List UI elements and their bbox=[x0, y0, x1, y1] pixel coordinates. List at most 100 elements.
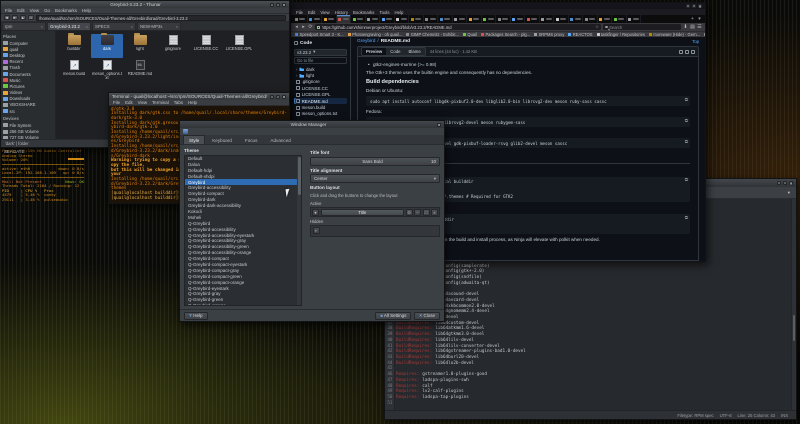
menu-item[interactable]: Help bbox=[395, 10, 404, 15]
menu-item[interactable]: Help bbox=[82, 8, 91, 13]
hamburger-menu-icon[interactable]: ☰ bbox=[697, 24, 702, 30]
minimize-icon[interactable] bbox=[777, 181, 781, 185]
menu-item[interactable]: History bbox=[335, 10, 348, 15]
menu-item[interactable]: Tools bbox=[379, 10, 389, 15]
file-item[interactable]: meson_options.txt bbox=[91, 59, 123, 83]
menu-item[interactable]: Help bbox=[188, 100, 197, 105]
top-link[interactable]: Top bbox=[692, 39, 699, 44]
settings-tab[interactable]: Advanced bbox=[264, 135, 296, 144]
browser-tab[interactable] bbox=[482, 15, 497, 23]
search-input[interactable]: Search bbox=[603, 24, 681, 30]
desktop-icon-seagate[interactable]: SEAGATE bbox=[4, 149, 24, 154]
help-button[interactable]: ?Help bbox=[184, 312, 208, 320]
browser-tab[interactable] bbox=[627, 15, 642, 23]
downloads-icon[interactable]: ⬇ bbox=[683, 24, 688, 30]
browser-tab[interactable] bbox=[554, 15, 569, 23]
dialog-titlebar[interactable]: Window Manager bbox=[180, 121, 444, 128]
forward-icon[interactable] bbox=[12, 15, 18, 20]
url-text[interactable]: https://github.com/shimmerproject/Greybi… bbox=[322, 25, 594, 30]
menu-item[interactable]: Edit bbox=[125, 100, 133, 105]
browser-tab[interactable] bbox=[453, 15, 468, 23]
browser-tab[interactable] bbox=[438, 15, 453, 23]
browser-tab[interactable] bbox=[612, 15, 627, 23]
minimize-icon[interactable] bbox=[686, 4, 690, 8]
file-tree-item[interactable]: LICENSE.CC bbox=[294, 85, 347, 91]
browser-tab[interactable] bbox=[569, 15, 584, 23]
font-button[interactable]: Sans Bold 10 bbox=[310, 157, 440, 166]
browser-tab[interactable] bbox=[467, 15, 482, 23]
maximize-icon[interactable] bbox=[276, 95, 280, 99]
menu-item[interactable]: Terminal bbox=[152, 100, 169, 105]
copy-icon[interactable] bbox=[685, 50, 689, 54]
menu-item[interactable]: Go bbox=[44, 8, 50, 13]
file-tree-item[interactable]: meson_options.txt bbox=[294, 111, 347, 117]
menu-item[interactable]: File bbox=[5, 8, 12, 13]
up-icon[interactable] bbox=[20, 15, 26, 20]
maximize-icon[interactable] bbox=[276, 3, 280, 7]
settings-tab[interactable]: Focus bbox=[239, 135, 264, 144]
edit-icon[interactable] bbox=[691, 50, 695, 54]
menu-item[interactable]: Edit bbox=[17, 8, 25, 13]
browser-tab[interactable] bbox=[366, 15, 381, 23]
close-icon[interactable] bbox=[698, 4, 702, 8]
folder-tab[interactable]: SPECS bbox=[92, 22, 136, 30]
url-bar[interactable]: https://github.com/shimmerproject/Greybi… bbox=[315, 24, 601, 30]
browser-tab[interactable] bbox=[598, 15, 613, 23]
path-bar[interactable]: /home/quail/src/rpm/SOURCES/Quail-Themes… bbox=[36, 15, 286, 21]
title-drag-button[interactable]: Title bbox=[321, 209, 405, 216]
library-icon[interactable]: ▤ bbox=[690, 24, 695, 30]
new-tab-icon[interactable]: + bbox=[689, 15, 696, 23]
minimize-button-icon[interactable]: − bbox=[414, 209, 421, 216]
close-icon[interactable] bbox=[282, 3, 286, 7]
file-item[interactable]: builddir bbox=[58, 34, 90, 58]
close-icon[interactable] bbox=[789, 181, 793, 185]
menu-item[interactable]: View bbox=[138, 100, 147, 105]
file-item[interactable]: gitignore bbox=[157, 34, 189, 58]
menu-item[interactable]: File bbox=[113, 100, 120, 105]
file-item[interactable]: dark bbox=[91, 34, 123, 58]
file-item[interactable]: LICENSE.CC bbox=[190, 34, 222, 58]
browser-tab[interactable] bbox=[337, 15, 352, 23]
bookmark-star-icon[interactable]: ☆ bbox=[595, 24, 599, 30]
browser-tab[interactable] bbox=[351, 15, 366, 23]
close-button-icon[interactable]: × bbox=[431, 209, 438, 216]
browser-tab[interactable] bbox=[308, 15, 323, 23]
menu-item[interactable]: Tabs bbox=[174, 100, 183, 105]
home-icon[interactable] bbox=[28, 15, 34, 20]
raw-icon[interactable] bbox=[679, 50, 683, 54]
view-tab[interactable]: Blame bbox=[405, 48, 425, 55]
file-tree-item[interactable]: light bbox=[294, 72, 347, 78]
browser-tab[interactable] bbox=[395, 15, 410, 23]
file-tree-item[interactable]: meson.build bbox=[294, 104, 347, 110]
maximize-icon[interactable] bbox=[783, 181, 787, 185]
browser-tab[interactable] bbox=[380, 15, 395, 23]
browser-tab[interactable] bbox=[583, 15, 598, 23]
back-icon[interactable] bbox=[4, 15, 10, 20]
menu-item[interactable]: Edit bbox=[308, 10, 315, 15]
reload-icon[interactable]: ⟳ bbox=[308, 24, 313, 30]
sidebar-place-item[interactable]: src bbox=[3, 108, 53, 114]
browser-tab[interactable] bbox=[293, 15, 308, 23]
file-tree-item[interactable]: LICENSE.GPL bbox=[294, 92, 347, 98]
file-item[interactable]: meson.build bbox=[58, 59, 90, 83]
close-button[interactable]: ×Close bbox=[414, 312, 440, 320]
shade-button-icon[interactable]: ▪ bbox=[313, 227, 320, 234]
view-tab[interactable]: Code bbox=[386, 48, 404, 55]
terminal-titlebar[interactable]: Terminal - quail@localhost:~/src/rpm/SOU… bbox=[109, 93, 289, 100]
list-scrollbar[interactable] bbox=[297, 156, 301, 306]
menu-button-icon[interactable]: ▾ bbox=[312, 209, 319, 216]
settings-tab[interactable]: Keyboard bbox=[206, 135, 238, 144]
menu-item[interactable]: View bbox=[320, 10, 329, 15]
close-icon[interactable] bbox=[282, 95, 286, 99]
browser-tab[interactable] bbox=[409, 15, 424, 23]
menu-item[interactable]: File bbox=[296, 10, 303, 15]
folder-tab[interactable]: NEW-MP3s bbox=[137, 22, 181, 30]
browser-tab[interactable] bbox=[525, 15, 540, 23]
menu-item[interactable]: Bookmarks bbox=[353, 10, 375, 15]
browser-tab[interactable] bbox=[496, 15, 511, 23]
go-to-file-input[interactable]: Go to file bbox=[294, 57, 347, 64]
minimize-icon[interactable] bbox=[270, 95, 274, 99]
theme-list[interactable]: DefaultDaloaDefault-hdpiDefault-xhdpiGre… bbox=[184, 155, 302, 307]
folder-tab[interactable]: rpm bbox=[2, 22, 46, 30]
editor-scrollbar[interactable] bbox=[791, 199, 796, 410]
